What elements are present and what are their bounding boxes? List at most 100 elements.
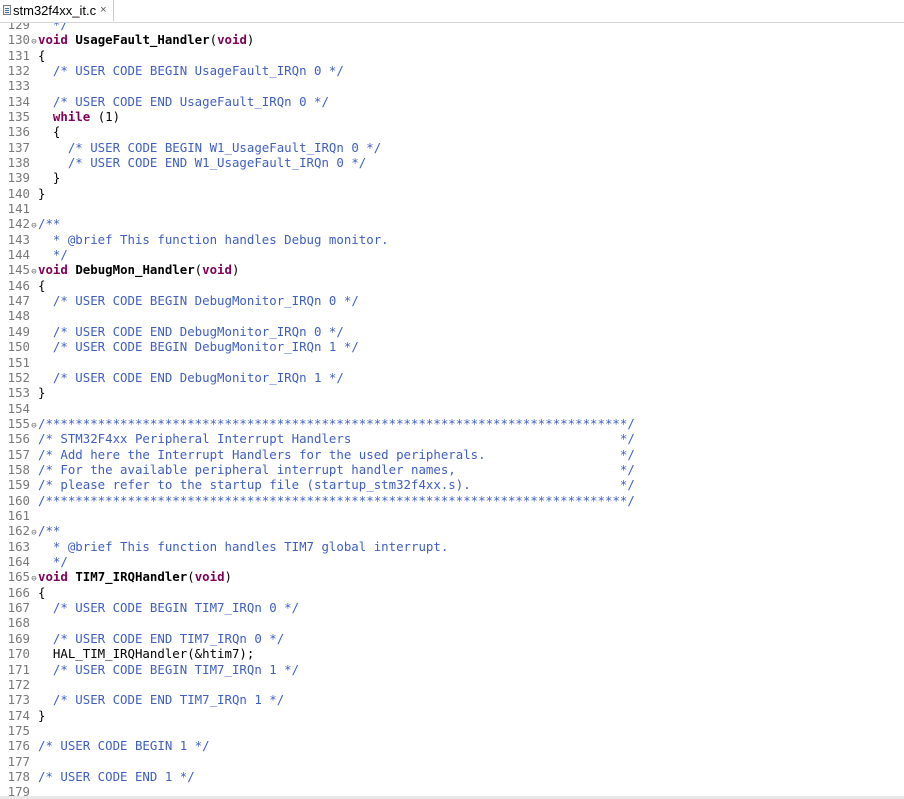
code-line[interactable]: 148 [0,308,38,323]
comment-token: /** [38,523,61,539]
code-line[interactable]: 145⊖void DebugMon_Handler(void) [0,262,240,277]
comment-token: /* USER CODE END DebugMonitor_IRQn 1 */ [52,369,344,385]
code-line[interactable]: 164 */ [0,554,68,569]
line-number: 153 [7,385,30,401]
code-line[interactable]: 146 { [0,277,46,293]
code-line[interactable]: 129 */ [0,23,68,32]
line-number: 174 [7,707,30,723]
code-text: /* USER CODE END UsageFault_IRQn 0 */ [38,94,329,109]
comment-token: /* USER CODE BEGIN W1_UsageFault_IRQn 0 … [67,139,382,155]
comment-token: /* USER CODE BEGIN DebugMonitor_IRQn 1 *… [52,339,359,355]
code-editor[interactable]: 129 */130⊖void UsageFault_Handler(void) 1… [0,23,904,796]
code-line[interactable]: 136 { [0,124,61,139]
code-text: /* USER CODE BEGIN DebugMonitor_IRQn 1 *… [38,339,359,354]
code-line[interactable]: 171 /* USER CODE BEGIN TIM7_IRQn 1 */ [0,662,300,677]
code-line[interactable]: 152 /* USER CODE END DebugMonitor_IRQn 1… [0,370,344,385]
code-line[interactable]: 162⊖/** [0,523,61,538]
code-line[interactable]: 177 [0,754,38,769]
code-line[interactable]: 140} [0,186,46,201]
code-line[interactable]: 139 } [0,170,61,186]
code-text: { [38,585,45,600]
code-line[interactable]: 175 [0,723,38,738]
code-line[interactable]: 157 /* Add here the Interrupt Handlers fo… [0,447,635,462]
code-line[interactable]: 131 { [0,48,46,63]
code-line[interactable]: 135 while (1) [0,109,120,124]
line-number: 137 [7,139,30,155]
code-text: { [38,48,45,63]
code-line[interactable]: 141 [0,201,38,216]
code-line[interactable]: 178 /* USER CODE END 1 */ [0,769,195,784]
code-line[interactable]: 158 /* For the available peripheral inter… [0,462,635,477]
code-line[interactable]: 133 [0,78,38,93]
code-line[interactable]: 153} [0,385,46,401]
code-token: { [38,584,46,600]
line-number: 179 [7,784,30,796]
line-number: 146 [7,277,30,293]
code-line[interactable]: 163 * @brief This function handles TIM7 … [0,539,449,554]
code-line[interactable]: 156 /* STM32F4xx Peripheral Interrupt Han… [0,431,635,446]
comment-token: */ [38,23,68,32]
code-line[interactable]: 137 /* USER CODE BEGIN W1_UsageFault_IRQ… [0,139,382,155]
line-number: 177 [7,753,30,769]
code-line[interactable]: 169 /* USER CODE END TIM7_IRQn 0 */ [0,630,285,646]
code-text: /* please refer to the startup file (sta… [38,477,635,492]
code-line[interactable]: 155⊖/***********************************… [0,416,635,431]
code-text: void TIM7_IRQHandler(void) [38,569,232,584]
line-number: 164 [7,554,30,570]
code-line[interactable]: 159 /* please refer to the startup file (… [0,477,635,492]
line-number: 144 [7,247,30,263]
line-number: 167 [7,600,30,616]
code-text: /* STM32F4xx Peripheral Interrupt Handle… [38,431,635,446]
keyword-token: while [52,108,91,124]
code-line[interactable]: 165⊖void TIM7_IRQHandler(void) [0,569,232,584]
line-number: 175 [7,722,30,738]
code-line[interactable]: 176 /* USER CODE BEGIN 1 */ [0,738,210,753]
code-line[interactable]: 138 /* USER CODE END W1_UsageFault_IRQn … [0,154,367,170]
line-number: 161 [7,508,30,523]
code-line[interactable]: 151 [0,355,38,370]
keyword-token: void [194,569,225,585]
code-line[interactable]: 174} [0,707,46,723]
code-token: ) [246,32,255,48]
line-number: 157 [7,446,30,462]
code-text: { [38,278,45,293]
comment-token: /** [38,216,61,232]
code-line[interactable]: 160 /************************************… [0,493,635,508]
code-text: /* USER CODE BEGIN TIM7_IRQn 1 */ [38,662,299,677]
code-line[interactable]: 173 /* USER CODE END TIM7_IRQn 1 */ [0,692,285,708]
comment-token: /* USER CODE BEGIN UsageFault_IRQn 0 */ [52,62,344,78]
function-name-token: TIM7_IRQHandler [75,569,188,585]
line-number: 169 [7,630,30,646]
code-line[interactable]: 142⊖/** [0,216,61,232]
code-line[interactable]: 132 /* USER CODE BEGIN UsageFault_IRQn 0… [0,63,344,78]
code-line[interactable]: 172 [0,677,38,692]
keyword-token: void [38,569,68,585]
code-text: /** [38,523,60,538]
code-line[interactable]: 144 */ [0,247,68,262]
code-line[interactable]: 166 { [0,585,46,600]
tab-close-icon[interactable]: × [100,4,106,16]
comment-token: /* USER CODE END DebugMonitor_IRQn 0 */ [52,323,344,339]
code-token: HAL_TIM_IRQHandler(&htim7); [38,646,255,662]
code-line[interactable]: 134 /* USER CODE END UsageFault_IRQn 0 *… [0,94,329,109]
code-line[interactable]: 130⊖void UsageFault_Handler(void) [0,32,255,48]
code-line[interactable]: 143 * @brief This function handles Debug… [0,232,389,247]
code-line[interactable]: 168 [0,615,38,630]
code-line[interactable]: 161 [0,508,38,523]
code-line[interactable]: 179 [0,784,38,796]
code-line[interactable]: 150 /* USER CODE BEGIN DebugMonitor_IRQn… [0,339,359,354]
line-number: 173 [7,692,30,708]
comment-token: /* USER CODE END UsageFault_IRQn 0 */ [52,93,329,109]
code-line[interactable]: 170 HAL_TIM_IRQHandler(&htim7); [0,646,255,662]
editor-tab[interactable]: stm32f4xx_it.c × [0,0,114,22]
line-number: 138 [7,154,30,170]
code-line[interactable]: 154 [0,401,38,416]
code-text: /* USER CODE END 1 */ [38,769,195,784]
code-line[interactable]: 149 /* USER CODE END DebugMonitor_IRQn 0… [0,324,344,339]
code-text: /* USER CODE BEGIN DebugMonitor_IRQn 0 *… [38,293,359,308]
code-token: } [38,170,61,186]
code-line[interactable]: 167 /* USER CODE BEGIN TIM7_IRQn 0 */ [0,600,300,616]
code-line[interactable]: 147 /* USER CODE BEGIN DebugMonitor_IRQn… [0,293,359,308]
